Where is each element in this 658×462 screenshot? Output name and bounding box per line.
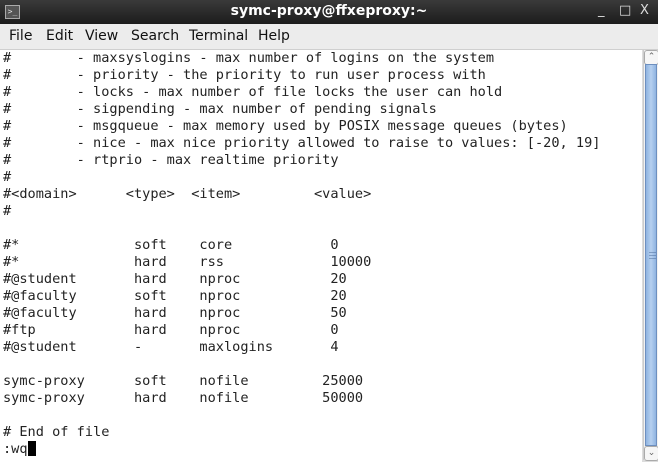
menu-file[interactable]: File [9, 28, 32, 44]
line-text: # [3, 203, 12, 219]
line-text: # - msgqueue - max memory used by POSIX … [3, 118, 568, 134]
line-text: # - nice - max nice priority allowed to … [3, 135, 601, 151]
line-text: #<domain> <type> <item> <value> [3, 186, 372, 202]
line-text: #@faculty hard nproc 50 [3, 305, 347, 321]
line-text: # End of file [3, 424, 110, 440]
menu-help[interactable]: Help [258, 28, 290, 44]
minimize-button[interactable]: _ [598, 3, 605, 18]
line-text: :wq [3, 441, 28, 457]
terminal-line: # - locks - max number of file locks the… [3, 84, 502, 101]
line-text: # [3, 169, 12, 185]
scrollbar-thumb[interactable]: ― ― ― [645, 64, 657, 446]
line-text: # - maxsyslogins - max number of logins … [3, 50, 495, 66]
scroll-down-arrow-icon[interactable]: ⌄ [644, 446, 658, 461]
line-text: #* soft core 0 [3, 237, 339, 253]
vertical-scrollbar[interactable]: ⌃ ― ― ― ⌄ [643, 50, 658, 461]
terminal-line: # - priority - the priority to run user … [3, 67, 486, 84]
line-text: # - rtprio - max realtime priority [3, 152, 339, 168]
terminal-output[interactable]: # - maxsyslogins - max number of logins … [0, 50, 642, 462]
terminal-line: symc-proxy soft nofile 25000 [3, 373, 363, 390]
terminal-line: #ftp hard nproc 0 [3, 322, 339, 339]
scroll-up-arrow-icon[interactable]: ⌃ [644, 50, 658, 65]
maximize-button[interactable]: □ [619, 3, 631, 18]
menu-bar: File Edit View Search Terminal Help [0, 24, 658, 50]
line-text: # - sigpending - max number of pending s… [3, 101, 437, 117]
line-text: #ftp hard nproc 0 [3, 322, 339, 338]
line-text: #* hard rss 10000 [3, 254, 372, 270]
line-text: #@student - maxlogins 4 [3, 339, 339, 355]
terminal-line: # - rtprio - max realtime priority [3, 152, 339, 169]
terminal-line: # - msgqueue - max memory used by POSIX … [3, 118, 568, 135]
line-text: #@student hard nproc 20 [3, 271, 347, 287]
line-text: symc-proxy soft nofile 25000 [3, 373, 364, 389]
terminal-line: # - nice - max nice priority allowed to … [3, 135, 600, 152]
title-bar: >_ symc-proxy@ffxeproxy:~ _ □ X [0, 0, 658, 24]
terminal-line: # - maxsyslogins - max number of logins … [3, 50, 494, 67]
menu-view[interactable]: View [85, 28, 118, 44]
window-title: symc-proxy@ffxeproxy:~ [230, 3, 428, 19]
terminal-line: #* hard rss 10000 [3, 254, 371, 271]
terminal-line: # [3, 169, 11, 186]
menu-search[interactable]: Search [131, 28, 179, 44]
line-text: #@faculty soft nproc 20 [3, 288, 347, 304]
terminal-line: symc-proxy hard nofile 50000 [3, 390, 363, 407]
menu-edit[interactable]: Edit [46, 28, 73, 44]
line-text: # - locks - max number of file locks the… [3, 84, 503, 100]
close-button[interactable]: X [640, 3, 649, 18]
terminal-line: #@faculty hard nproc 50 [3, 305, 347, 322]
terminal-line: # End of file [3, 424, 109, 441]
terminal-line: #* soft core 0 [3, 237, 339, 254]
menu-terminal[interactable]: Terminal [189, 28, 248, 44]
terminal-line: #@student hard nproc 20 [3, 271, 347, 288]
line-text: # - priority - the priority to run user … [3, 67, 486, 83]
terminal-line: #<domain> <type> <item> <value> [3, 186, 371, 203]
terminal-line: # - sigpending - max number of pending s… [3, 101, 437, 118]
terminal-line: :wq [3, 441, 36, 458]
terminal-line: #@student - maxlogins 4 [3, 339, 339, 356]
terminal-line: #@faculty soft nproc 20 [3, 288, 347, 305]
line-text: symc-proxy hard nofile 50000 [3, 390, 364, 406]
grip-icon: ― ― ― [649, 248, 656, 262]
terminal-line: # [3, 203, 11, 220]
cursor [27, 441, 36, 456]
